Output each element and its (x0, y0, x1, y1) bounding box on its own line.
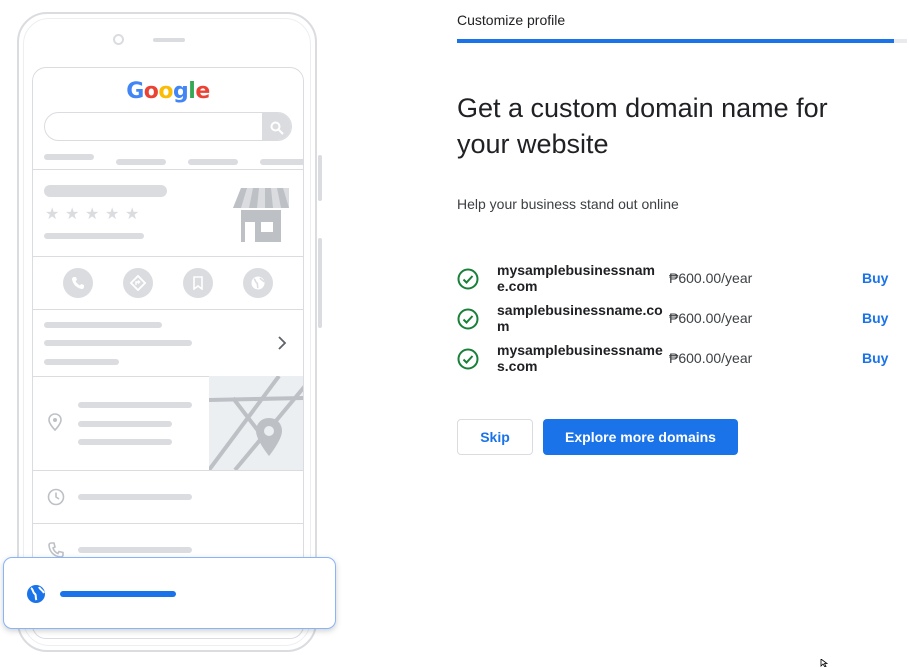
tab-placeholder (260, 159, 303, 165)
star-icon: ★ (125, 206, 140, 223)
phone-side-button (318, 238, 322, 328)
directions-icon (123, 268, 153, 298)
page-title: Get a custom domain name for your websit… (457, 93, 828, 159)
buy-button[interactable]: Buy (862, 350, 888, 366)
step-title: Customize profile (457, 12, 566, 28)
map-icon (209, 376, 303, 470)
chevron-right-icon (278, 336, 287, 350)
check-circle-icon (457, 268, 479, 290)
text-placeholder (78, 494, 192, 500)
star-icon: ★ (105, 206, 120, 223)
google-logo-letter: g (173, 79, 189, 104)
google-logo-letter: o (143, 79, 159, 104)
tab-placeholder (188, 159, 238, 165)
search-icon (262, 113, 291, 140)
phone-icon (63, 268, 93, 298)
phone-speaker (153, 38, 185, 42)
phone-screen: Google ★ ★ ★ ★ ★ (32, 67, 304, 639)
buy-button[interactable]: Buy (862, 270, 888, 286)
google-logo-letter: o (158, 79, 174, 104)
progress-fill (457, 39, 894, 43)
text-placeholder (44, 233, 144, 239)
bookmark-icon (183, 268, 213, 298)
tab-placeholder (44, 154, 94, 160)
progress-bar (457, 39, 907, 43)
domain-price: ₱600.00/year (669, 270, 753, 286)
divider (33, 169, 303, 170)
domain-suggestion-row: mysamplebusinessnames.com ₱600.00/year B… (457, 341, 907, 381)
divider (33, 470, 303, 471)
domain-name: mysamplebusinessnames.com (497, 342, 663, 374)
location-pin-icon (48, 413, 62, 431)
divider (33, 309, 303, 310)
divider (33, 256, 303, 257)
phone-side-button (318, 155, 322, 201)
star-icon: ★ (65, 206, 80, 223)
star-icon: ★ (85, 206, 100, 223)
mouse-cursor-icon (820, 659, 828, 667)
search-bar-illustration (44, 112, 292, 141)
business-name-placeholder (44, 185, 167, 197)
text-placeholder (78, 439, 172, 445)
text-placeholder (78, 547, 192, 553)
text-placeholder (44, 359, 119, 365)
page-subtitle: Help your business stand out online (457, 196, 679, 212)
divider (33, 523, 303, 524)
text-placeholder (44, 340, 192, 346)
explore-more-domains-button[interactable]: Explore more domains (543, 419, 738, 455)
domain-name: mysamplebusinessname.com (497, 262, 655, 294)
google-logo-letter: G (126, 79, 144, 104)
text-placeholder (44, 322, 162, 328)
buy-button[interactable]: Buy (862, 310, 888, 326)
text-placeholder (78, 402, 192, 408)
domain-suggestion-row: samplebusinessname.com ₱600.00/year Buy (457, 301, 907, 341)
skip-button[interactable]: Skip (457, 419, 533, 455)
star-icon: ★ (45, 206, 60, 223)
google-logo: Google (33, 78, 303, 104)
globe-icon (243, 268, 273, 298)
text-placeholder (78, 421, 172, 427)
google-logo-letter: e (195, 79, 210, 104)
globe-icon (27, 585, 45, 603)
check-circle-icon (457, 308, 479, 330)
check-circle-icon (457, 348, 479, 370)
domain-price: ₱600.00/year (669, 310, 753, 326)
domain-suggestion-row: mysamplebusinessname.com ₱600.00/year Bu… (457, 261, 907, 301)
tab-placeholder (116, 159, 166, 165)
phone-camera (113, 34, 124, 45)
clock-icon (47, 488, 65, 506)
domain-name: samplebusinessname.com (497, 302, 663, 334)
website-url-card (3, 557, 336, 629)
domain-price: ₱600.00/year (669, 350, 753, 366)
website-url-placeholder (60, 591, 176, 597)
storefront-icon (233, 188, 289, 242)
